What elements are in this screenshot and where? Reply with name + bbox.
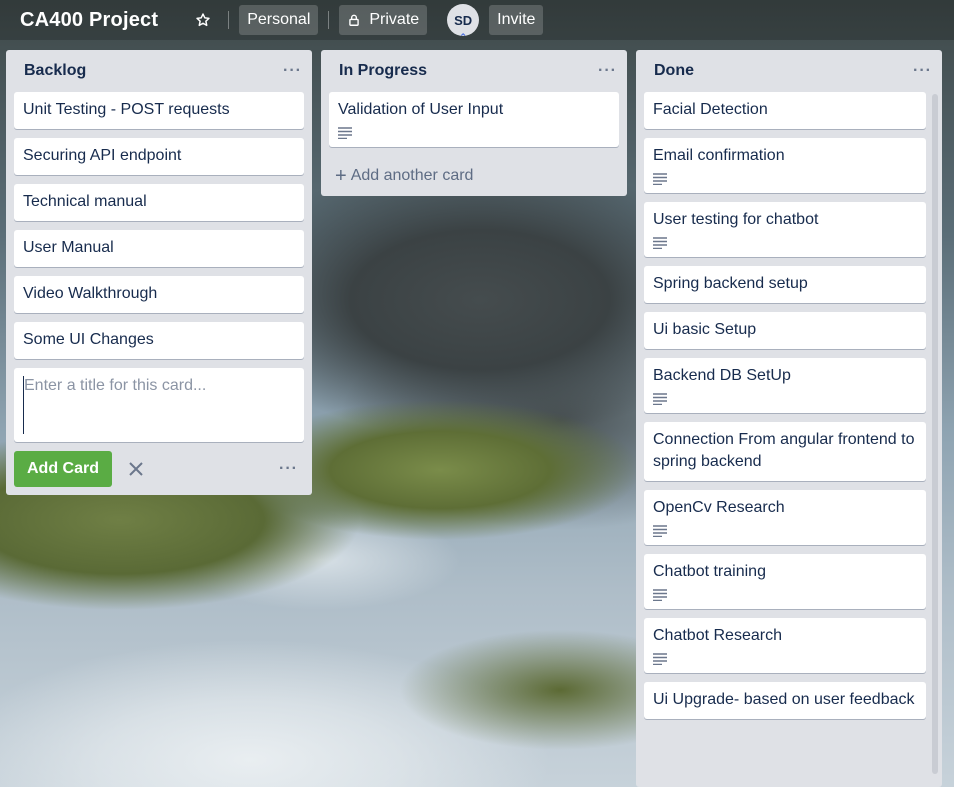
card-title: Ui basic Setup (653, 321, 757, 338)
composer-more-icon[interactable]: ··· (279, 460, 298, 478)
header-divider (228, 11, 230, 29)
star-button[interactable] (188, 5, 218, 35)
card[interactable]: Chatbot Research (644, 618, 926, 673)
card[interactable]: Technical manual (14, 184, 304, 221)
card-title: Chatbot training (653, 563, 766, 580)
list-title[interactable]: Done (654, 62, 694, 80)
team-button[interactable]: Personal (239, 5, 319, 35)
card-title: User testing for chatbot (653, 211, 819, 228)
list-menu-icon[interactable]: ··· (283, 62, 302, 80)
card[interactable]: Backend DB SetUp (644, 358, 926, 413)
card[interactable]: Validation of User Input (329, 92, 619, 147)
card-title: Chatbot Research (653, 627, 782, 644)
member-initials: SD (454, 12, 473, 28)
composer-controls: Add Card ··· (6, 442, 312, 495)
card-list: Unit Testing - POST requests Securing AP… (6, 92, 312, 359)
card-title: User Manual (23, 239, 114, 256)
card[interactable]: Video Walkthrough (14, 276, 304, 313)
card-title: Unit Testing - POST requests (23, 101, 230, 118)
card-title: Email confirmation (653, 147, 785, 164)
card-title: Technical manual (23, 193, 147, 210)
visibility-button[interactable]: Private (339, 5, 428, 35)
list-header: Done ··· (636, 50, 942, 92)
card-list: Facial Detection Email confirmation User… (636, 92, 942, 719)
invite-label: Invite (497, 11, 536, 28)
card-title: Spring backend setup (653, 275, 808, 292)
card[interactable]: User testing for chatbot (644, 202, 926, 257)
card-title: Ui Upgrade- based on user feedback (653, 691, 915, 708)
card[interactable]: Spring backend setup (644, 266, 926, 303)
card-title: Validation of User Input (338, 101, 504, 118)
board-header: CA400 Project Personal Private SD ⌃ Invi… (0, 0, 954, 42)
close-icon[interactable] (126, 459, 146, 479)
description-icon (653, 525, 667, 537)
list-menu-icon[interactable]: ··· (598, 62, 617, 80)
list-header: Backlog ··· (6, 50, 312, 92)
add-card-button[interactable]: Add Card (14, 451, 112, 487)
card[interactable]: Securing API endpoint (14, 138, 304, 175)
card-title: Connection From angular frontend to spri… (653, 431, 915, 470)
description-icon (653, 653, 667, 665)
board-title[interactable]: CA400 Project (20, 9, 158, 32)
admin-chevron-icon: ⌃ (459, 32, 467, 42)
card[interactable]: Ui basic Setup (644, 312, 926, 349)
card[interactable]: OpenCv Research (644, 490, 926, 545)
lock-icon (347, 13, 361, 27)
list-scrollbar[interactable] (932, 94, 938, 774)
add-another-card-button[interactable]: + Add another card (321, 156, 627, 196)
card[interactable]: Chatbot training (644, 554, 926, 609)
list-backlog: Backlog ··· Unit Testing - POST requests… (6, 50, 312, 495)
card-title: Securing API endpoint (23, 147, 182, 164)
card[interactable]: Ui Upgrade- based on user feedback (644, 682, 926, 719)
card[interactable]: Facial Detection (644, 92, 926, 129)
card[interactable]: Email confirmation (644, 138, 926, 193)
team-label: Personal (247, 11, 311, 28)
card[interactable]: Some UI Changes (14, 322, 304, 359)
card-composer (14, 368, 304, 442)
description-icon (653, 393, 667, 405)
card[interactable]: Connection From angular frontend to spri… (644, 422, 926, 481)
card-title: Backend DB SetUp (653, 367, 791, 384)
card-list: Validation of User Input (321, 92, 627, 147)
card-title: Facial Detection (653, 101, 768, 118)
header-divider (328, 11, 330, 29)
member-avatar[interactable]: SD ⌃ (447, 4, 480, 42)
visibility-label: Private (369, 11, 420, 28)
list-header: In Progress ··· (321, 50, 627, 92)
card[interactable]: User Manual (14, 230, 304, 267)
plus-icon: + (335, 165, 347, 187)
list-title[interactable]: In Progress (339, 62, 427, 80)
card-title: OpenCv Research (653, 499, 785, 516)
description-icon (653, 589, 667, 601)
card-title: Video Walkthrough (23, 285, 158, 302)
list-menu-icon[interactable]: ··· (913, 62, 932, 80)
list-done: Done ··· Facial Detection Email confirma… (636, 50, 942, 787)
card-title-input[interactable] (23, 376, 295, 434)
description-icon (338, 127, 352, 139)
star-icon (196, 13, 210, 27)
list-title[interactable]: Backlog (24, 62, 86, 80)
add-another-card-label: Add another card (350, 167, 474, 184)
description-icon (653, 173, 667, 185)
card-title: Some UI Changes (23, 331, 154, 348)
card[interactable]: Unit Testing - POST requests (14, 92, 304, 129)
description-icon (653, 237, 667, 249)
invite-button[interactable]: Invite (489, 5, 544, 35)
list-in-progress: In Progress ··· Validation of User Input… (321, 50, 627, 196)
